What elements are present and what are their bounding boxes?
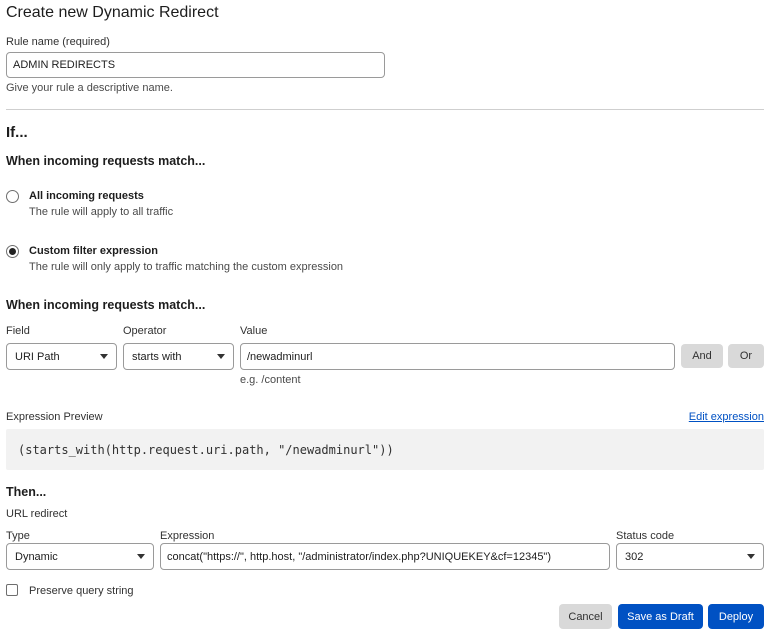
- rule-name-input[interactable]: ADMIN REDIRECTS: [6, 52, 385, 78]
- radio-custom-filter[interactable]: [6, 245, 19, 258]
- radio-all-requests[interactable]: [6, 190, 19, 203]
- preserve-query-label: Preserve query string: [29, 585, 134, 597]
- rule-name-value: ADMIN REDIRECTS: [13, 59, 116, 71]
- type-label: Type: [6, 530, 30, 542]
- expression-input-value: concat("https://", http.host, "/administ…: [167, 550, 552, 563]
- radio-selected-dot: [9, 248, 16, 255]
- rule-name-label: Rule name (required): [6, 36, 110, 48]
- value-input-value: /newadminurl: [247, 350, 313, 363]
- status-code-label: Status code: [616, 530, 675, 542]
- expression-input[interactable]: concat("https://", http.host, "/administ…: [160, 543, 610, 570]
- radio-all-requests-desc: The rule will apply to all traffic: [29, 206, 174, 218]
- match-heading: When incoming requests match...: [6, 154, 206, 168]
- field-label: Field: [6, 325, 30, 337]
- rule-name-help: Give your rule a descriptive name.: [6, 82, 173, 94]
- field-select[interactable]: URI Path: [6, 343, 117, 370]
- expression-preview-text: (starts_with(http.request.uri.path, "/ne…: [18, 442, 394, 457]
- deploy-button[interactable]: Deploy: [708, 604, 764, 629]
- field-select-value: URI Path: [15, 350, 60, 363]
- status-code-select[interactable]: 302: [616, 543, 764, 570]
- expression-preview-label: Expression Preview: [6, 411, 103, 423]
- if-heading: If...: [6, 124, 28, 141]
- preserve-query-checkbox[interactable]: [6, 584, 18, 596]
- status-code-value: 302: [625, 550, 644, 563]
- type-select-value: Dynamic: [15, 550, 58, 563]
- match-heading-2: When incoming requests match...: [6, 298, 206, 312]
- or-button[interactable]: Or: [728, 344, 764, 368]
- save-draft-button[interactable]: Save as Draft: [618, 604, 703, 629]
- chevron-down-icon: [137, 554, 145, 559]
- edit-expression-link[interactable]: Edit expression: [689, 411, 764, 423]
- radio-all-requests-title: All incoming requests: [29, 190, 144, 202]
- then-heading: Then...: [6, 485, 47, 499]
- section-divider: [6, 109, 764, 110]
- operator-select-value: starts with: [132, 350, 182, 363]
- value-input[interactable]: /newadminurl: [240, 343, 675, 370]
- operator-select[interactable]: starts with: [123, 343, 234, 370]
- chevron-down-icon: [100, 354, 108, 359]
- operator-label: Operator: [123, 325, 167, 337]
- chevron-down-icon: [217, 354, 225, 359]
- action-label: URL redirect: [6, 508, 68, 520]
- and-button[interactable]: And: [681, 344, 723, 368]
- value-label: Value: [240, 325, 268, 337]
- radio-custom-filter-desc: The rule will only apply to traffic matc…: [29, 261, 344, 273]
- cancel-button[interactable]: Cancel: [559, 604, 612, 629]
- expression-preview-code: (starts_with(http.request.uri.path, "/ne…: [6, 429, 764, 470]
- expression-label: Expression: [160, 530, 215, 542]
- radio-custom-filter-title: Custom filter expression: [29, 245, 158, 257]
- chevron-down-icon: [747, 554, 755, 559]
- value-hint: e.g. /content: [240, 374, 301, 386]
- page-title: Create new Dynamic Redirect: [6, 4, 219, 21]
- type-select[interactable]: Dynamic: [6, 543, 154, 570]
